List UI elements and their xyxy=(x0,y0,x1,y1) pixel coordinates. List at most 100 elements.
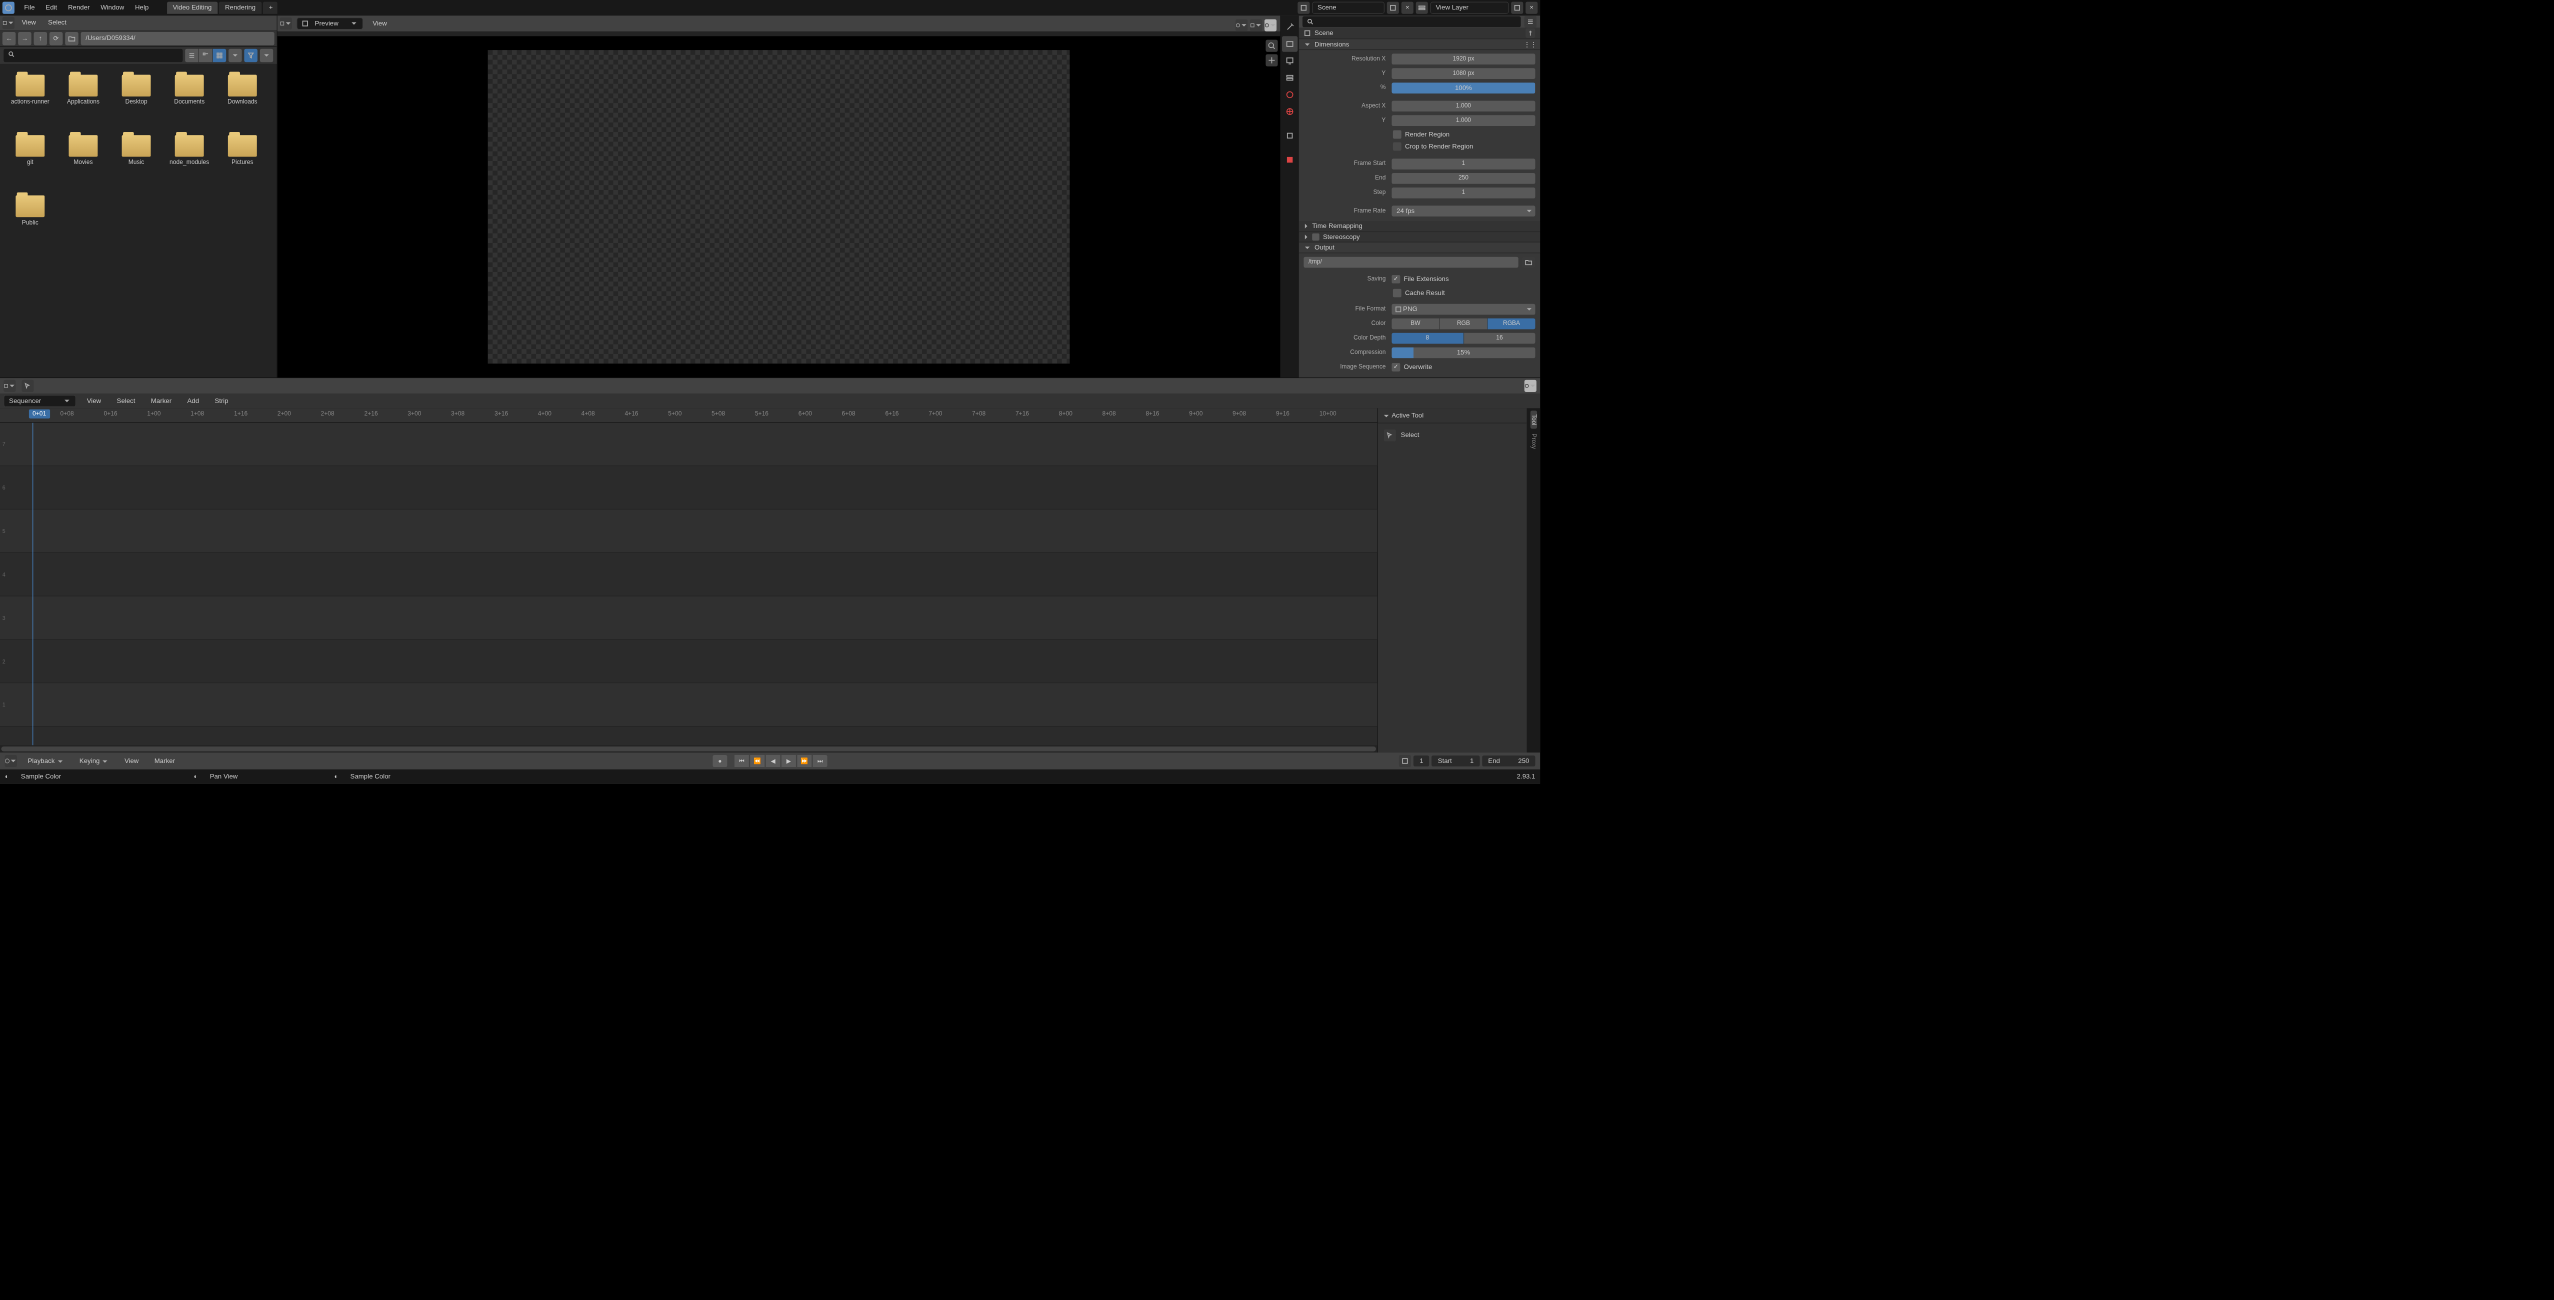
panel-output-header[interactable]: Output xyxy=(1299,243,1540,254)
prop-tab-scene[interactable] xyxy=(1282,87,1298,103)
file-search-input[interactable] xyxy=(4,49,183,62)
playhead[interactable] xyxy=(33,423,34,746)
color-depth-toggle[interactable]: 816 xyxy=(1392,333,1536,344)
prop-tab-tool[interactable] xyxy=(1282,19,1298,35)
prop-tab-object[interactable] xyxy=(1282,128,1298,144)
menu-window[interactable]: Window xyxy=(96,2,129,13)
file-format-dropdown[interactable]: PNG xyxy=(1392,304,1536,315)
preview-viewport[interactable] xyxy=(277,36,1280,377)
color-mode-toggle[interactable]: BWRGBRGBA xyxy=(1392,318,1536,329)
scene-name-field[interactable]: Scene xyxy=(1312,2,1384,14)
play-marker-menu[interactable]: Marker xyxy=(150,756,180,767)
frame-rate-field[interactable]: 24 fps xyxy=(1392,206,1536,217)
seq-menu-select[interactable]: Select xyxy=(112,396,140,407)
end-frame-field[interactable]: End 250 xyxy=(1482,756,1535,767)
scene-new-icon[interactable] xyxy=(1387,2,1399,14)
side-tab-tool[interactable]: Tool xyxy=(1530,411,1537,429)
cache-result-checkbox[interactable] xyxy=(1393,289,1401,297)
seq-mode-dropdown[interactable]: Sequencer xyxy=(4,395,76,407)
preview-overlay-icon[interactable] xyxy=(1236,19,1248,31)
keyframe-prev-button[interactable]: ⏪ xyxy=(750,755,764,767)
seq-menu-view[interactable]: View xyxy=(82,396,106,407)
track-row[interactable]: 2 xyxy=(0,640,1377,683)
nav-up-icon[interactable]: ↑ xyxy=(34,32,47,45)
properties-options-icon[interactable] xyxy=(1524,16,1536,28)
overwrite-checkbox[interactable] xyxy=(1392,363,1400,371)
jump-end-button[interactable]: ⏭ xyxy=(813,755,827,767)
properties-search[interactable] xyxy=(1302,16,1520,27)
folder-item[interactable]: Documents xyxy=(163,70,216,130)
current-frame-field[interactable]: 1 xyxy=(1414,756,1430,767)
timeline-tracks[interactable]: 7654321 xyxy=(0,423,1377,746)
folder-item[interactable]: Pictures xyxy=(216,130,269,190)
frame-snap-icon[interactable] xyxy=(1399,755,1411,767)
track-row[interactable]: 6 xyxy=(0,466,1377,509)
nav-forward-icon[interactable]: → xyxy=(18,32,31,45)
scene-delete-icon[interactable]: × xyxy=(1401,2,1413,14)
menu-render[interactable]: Render xyxy=(63,2,94,13)
track-row[interactable]: 3 xyxy=(0,596,1377,639)
play-view-menu[interactable]: View xyxy=(120,756,144,767)
start-frame-field[interactable]: Start 1 xyxy=(1432,756,1480,767)
seq-menu-strip[interactable]: Strip xyxy=(210,396,233,407)
blender-logo-icon[interactable] xyxy=(2,2,14,14)
output-path-field[interactable]: /tmp/ xyxy=(1304,257,1519,268)
panel-stereoscopy-header[interactable]: Stereoscopy xyxy=(1299,232,1540,243)
track-row[interactable]: 4 xyxy=(0,553,1377,596)
frame-end-field[interactable]: 250 xyxy=(1392,173,1536,184)
nav-newfolder-icon[interactable] xyxy=(65,32,78,45)
keying-menu[interactable]: Keying xyxy=(75,756,114,767)
nav-refresh-icon[interactable]: ⟳ xyxy=(49,32,62,45)
workspace-rendering[interactable]: Rendering xyxy=(219,2,262,14)
seq-tool-select-icon[interactable] xyxy=(22,380,34,392)
folder-item[interactable]: node_modules xyxy=(163,130,216,190)
viewlayer-browse-icon[interactable] xyxy=(1416,2,1428,14)
resolution-pct-field[interactable]: 100% xyxy=(1392,83,1536,94)
output-folder-icon[interactable] xyxy=(1522,257,1535,268)
seq-overlay-icon[interactable] xyxy=(1524,380,1536,392)
playback-menu[interactable]: Playback xyxy=(23,756,69,767)
file-extensions-checkbox[interactable] xyxy=(1392,275,1400,283)
menu-edit[interactable]: Edit xyxy=(41,2,62,13)
prop-tab-world[interactable] xyxy=(1282,104,1298,120)
resolution-y-field[interactable]: 1080 px xyxy=(1392,68,1536,79)
folder-item[interactable]: Music xyxy=(110,130,163,190)
aspect-y-field[interactable]: 1.000 xyxy=(1392,115,1536,126)
resolution-x-field[interactable]: 1920 px xyxy=(1392,54,1536,65)
panel-dimensions-header[interactable]: Dimensions⋮⋮ xyxy=(1299,39,1540,50)
track-row[interactable]: 7 xyxy=(0,423,1377,466)
preview-zoom-icon[interactable] xyxy=(1266,40,1278,52)
prop-tab-output[interactable] xyxy=(1282,53,1298,69)
pin-icon[interactable] xyxy=(1526,28,1536,38)
path-input[interactable]: /Users/D059334/ xyxy=(81,32,275,45)
workspace-video-editing[interactable]: Video Editing xyxy=(167,2,218,14)
nav-back-icon[interactable]: ← xyxy=(2,32,15,45)
frame-step-field[interactable]: 1 xyxy=(1392,187,1536,198)
view-thumb-icon[interactable] xyxy=(213,49,226,62)
preview-gizmo-icon[interactable] xyxy=(1250,19,1262,31)
viewlayer-delete-icon[interactable]: × xyxy=(1526,2,1538,14)
seq-menu-marker[interactable]: Marker xyxy=(146,396,176,407)
menu-help[interactable]: Help xyxy=(130,2,153,13)
workspace-add[interactable]: + xyxy=(263,2,277,14)
timeline-ruler[interactable]: 0+01 0+080+161+001+081+162+002+082+163+0… xyxy=(0,408,1377,422)
filter-icon[interactable] xyxy=(244,49,257,62)
current-frame-badge[interactable]: 0+01 xyxy=(29,409,50,418)
play-reverse-button[interactable]: ◀ xyxy=(766,755,780,767)
fb-menu-view[interactable]: View xyxy=(17,17,41,28)
jump-start-button[interactable]: ⏮ xyxy=(734,755,748,767)
active-tool-header[interactable]: Active Tool xyxy=(1378,408,1527,423)
compression-field[interactable]: 15% xyxy=(1392,347,1536,358)
prop-tab-render[interactable] xyxy=(1282,36,1298,52)
track-row[interactable]: 1 xyxy=(0,683,1377,726)
preview-menu-view[interactable]: View xyxy=(368,18,392,29)
viewlayer-new-icon[interactable] xyxy=(1511,2,1523,14)
preview-pan-icon[interactable] xyxy=(1266,54,1278,66)
play-button[interactable]: ▶ xyxy=(781,755,795,767)
prop-tab-texture[interactable] xyxy=(1282,152,1298,168)
frame-start-field[interactable]: 1 xyxy=(1392,159,1536,170)
seq-editor-type-icon[interactable] xyxy=(4,380,16,392)
view-list-icon[interactable] xyxy=(185,49,198,62)
scene-browse-icon[interactable] xyxy=(1298,2,1310,14)
view-detail-icon[interactable] xyxy=(199,49,212,62)
